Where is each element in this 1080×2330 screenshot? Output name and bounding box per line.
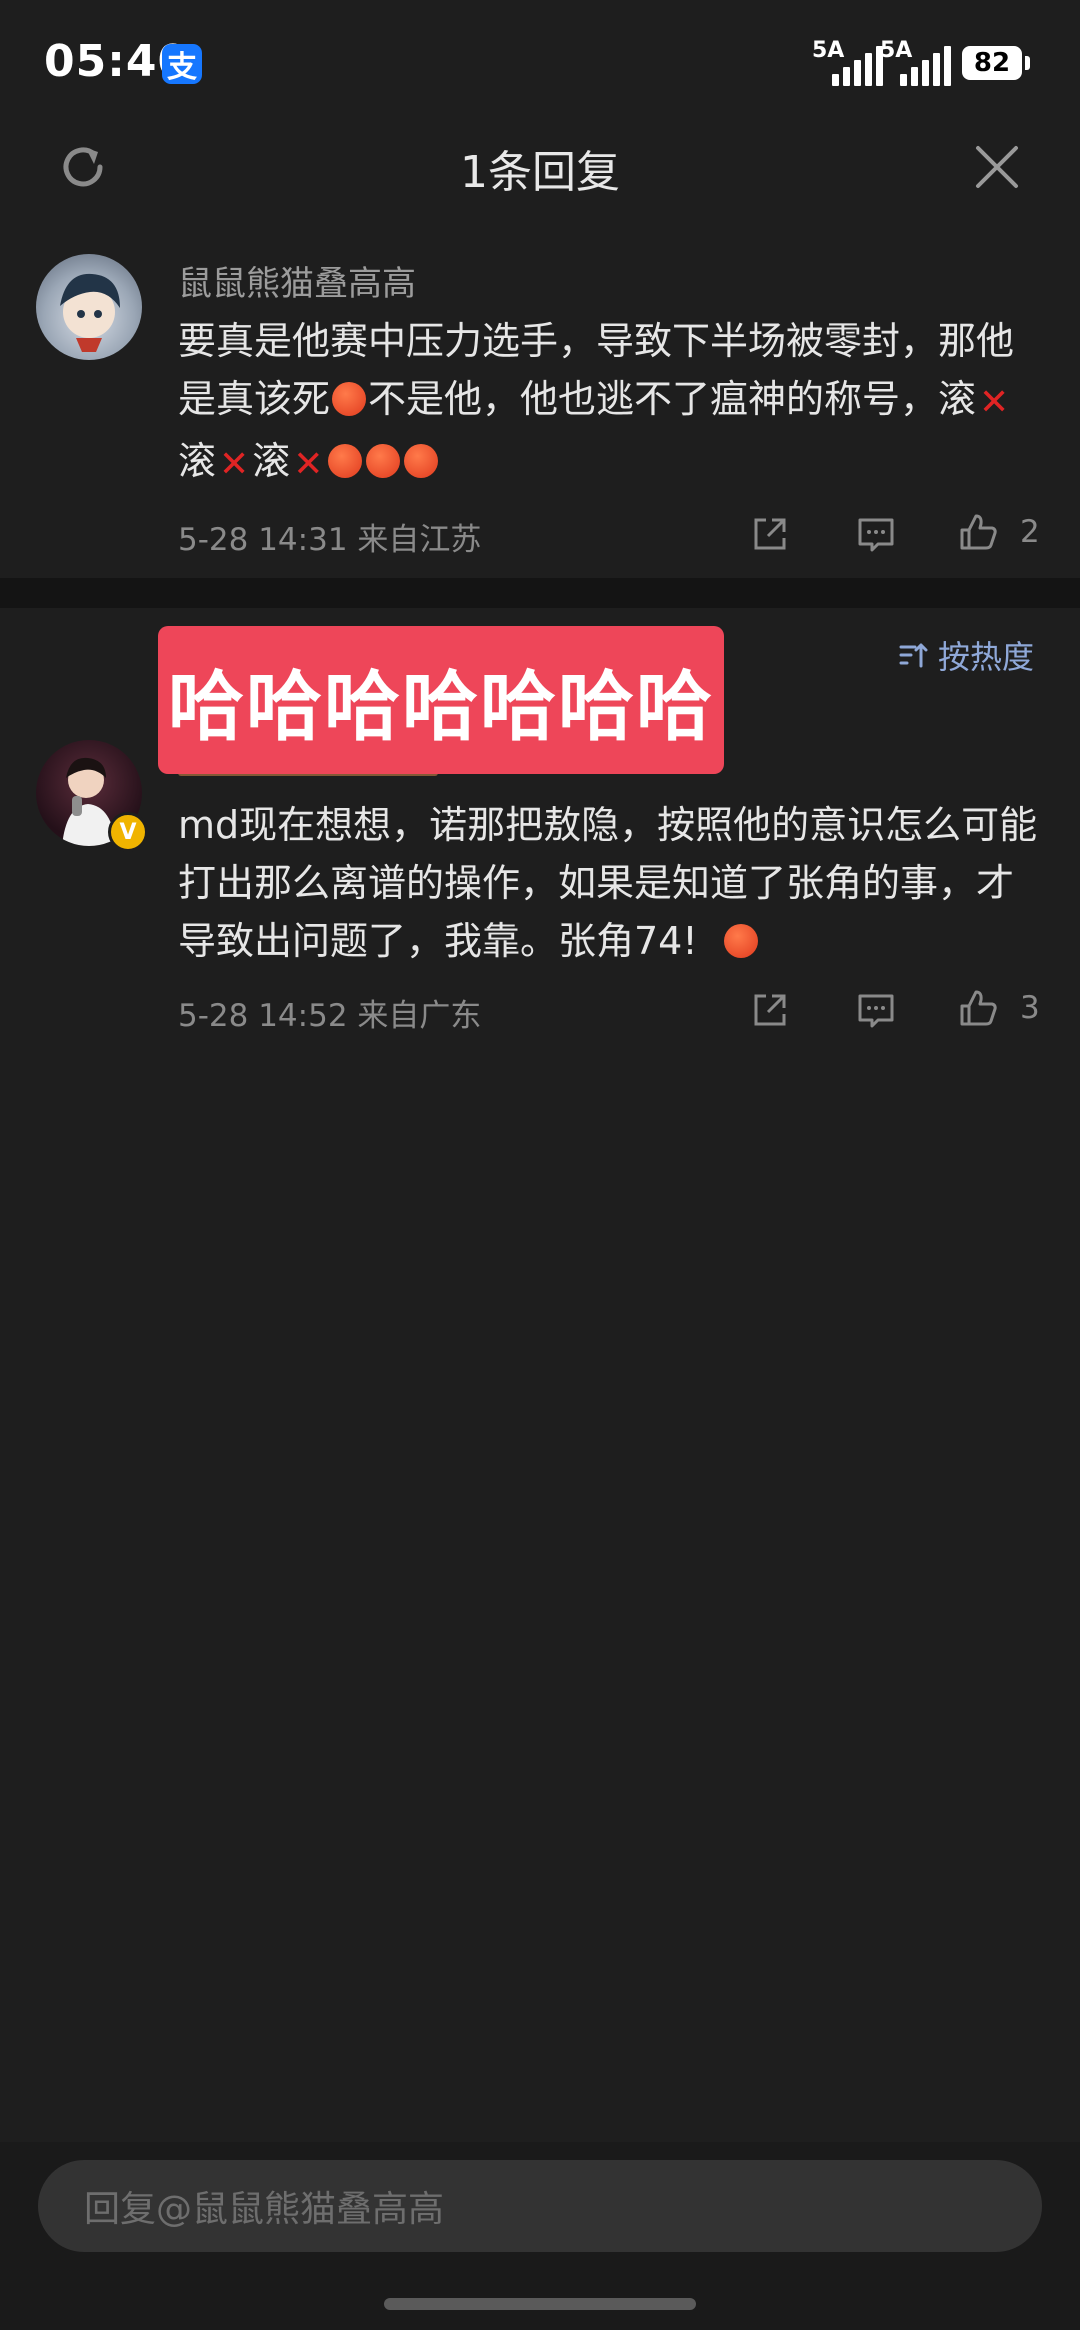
like-count: 3 [1020, 990, 1040, 1026]
comment-text-part2: 不是他，他也逃不了瘟神的称号，滚 [368, 377, 977, 421]
cross-mark-icon: ✕ [979, 382, 1010, 423]
comment-text-part4: 滚 [252, 439, 291, 483]
share-icon[interactable] [750, 990, 790, 1030]
battery-tip [1025, 56, 1030, 70]
reply-icon[interactable] [856, 990, 896, 1030]
cross-mark-icon: ✕ [293, 444, 324, 485]
like-count: 2 [1020, 514, 1040, 550]
reply-input-placeholder: 回复@鼠鼠熊猫叠高高 [84, 2189, 445, 2230]
reply-input[interactable]: 回复@鼠鼠熊猫叠高高 [38, 2160, 1042, 2252]
angry-emoji-icon [328, 444, 363, 478]
angry-emoji-icon [366, 444, 401, 478]
sort-button[interactable]: 按热度 [898, 632, 1034, 678]
close-icon[interactable] [972, 142, 1022, 192]
comment-meta: 5-28 14:52 来自广东 [178, 998, 482, 1034]
section-divider [0, 578, 1080, 608]
comment-meta: 5-28 14:31 来自江苏 [178, 522, 482, 558]
comment-text-part3: 滚 [178, 439, 217, 483]
cross-mark-icon: ✕ [219, 444, 250, 485]
verified-badge-icon: V [108, 812, 148, 852]
page-title: 1条回复 [460, 147, 620, 198]
home-indicator[interactable] [384, 2298, 696, 2310]
comment-text: 要真是他赛中压力选手，导致下半场被零封，那他是真该死 不是他，他也逃不了瘟神的称号… [178, 312, 1048, 494]
angry-emoji-icon [723, 924, 758, 958]
reply-comment-text: md现在想想，诺那把敖隐，按照他的意识怎么可能打出那么离谱的操作，如果是知道了张… [178, 803, 1038, 963]
avatar[interactable] [36, 254, 142, 360]
like-icon[interactable] [958, 512, 998, 552]
sticker-overlay: 哈哈哈哈哈哈哈 [158, 626, 724, 774]
share-icon[interactable] [750, 514, 790, 554]
sort-label: 按热度 [938, 638, 1035, 676]
user-name[interactable]: 鼠鼠熊猫叠高高 [178, 256, 416, 305]
battery-indicator: 82 [962, 46, 1022, 80]
sort-icon [899, 643, 928, 668]
angry-emoji-icon [404, 444, 439, 478]
alipay-icon: 支 [162, 44, 202, 85]
comment-text: md现在想想，诺那把敖隐，按照他的意识怎么可能打出那么离谱的操作，如果是知道了张… [178, 796, 1048, 970]
reply-icon[interactable] [856, 514, 896, 554]
angry-emoji-icon [332, 382, 367, 416]
like-icon[interactable] [958, 988, 998, 1028]
